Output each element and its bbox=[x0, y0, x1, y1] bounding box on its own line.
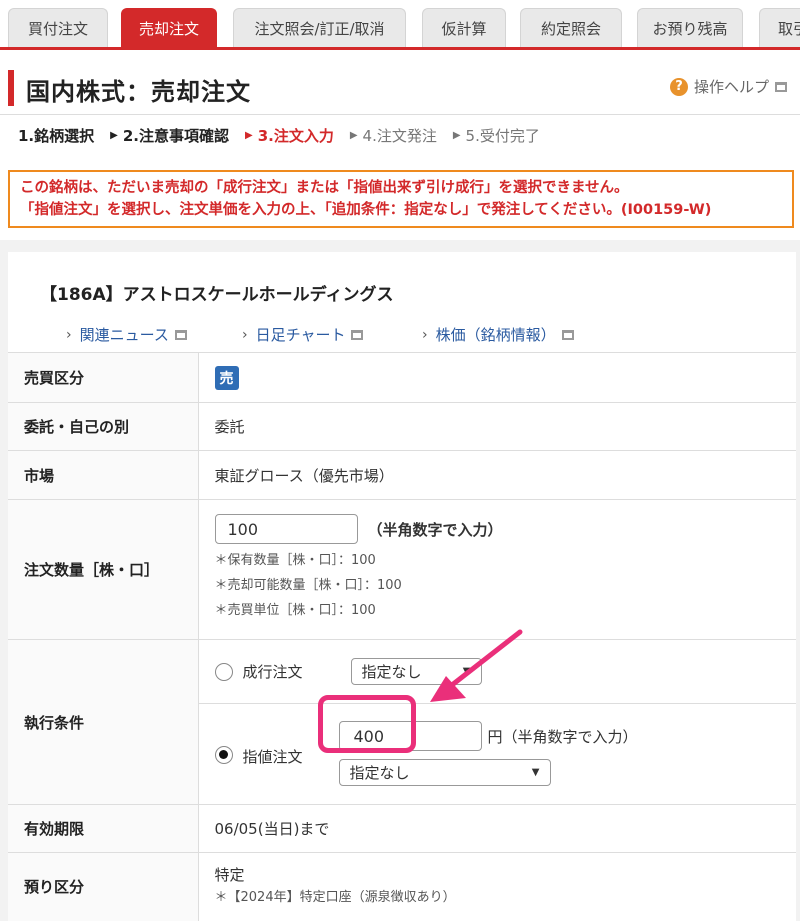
custody-note: ＊【2024年】特定口座（源泉徴収あり） bbox=[214, 889, 456, 905]
order-form-container: 【186A】アストロスケールホールディングス › 関連ニュース › 日足チャート… bbox=[8, 252, 796, 921]
side-label: 売買区分 bbox=[8, 352, 199, 403]
help-link[interactable]: ? 操作ヘルプ bbox=[670, 76, 788, 97]
market-order-radio[interactable] bbox=[214, 662, 233, 681]
dropdown-triangle-icon: ▼ bbox=[531, 767, 540, 778]
warning-line-1: この銘柄は、ただいま売却の「成行注文」または「指値出来ず引け成行」を選択できませ… bbox=[20, 180, 629, 196]
expiry-label: 有効期限 bbox=[8, 804, 199, 853]
order-steps: 1.銘柄選択 ▶ 2.注意事項確認 ▶ 3.注文入力 ▶ 4.注文発注 ▶ 5.受付完了 bbox=[18, 125, 556, 146]
annotation-highlight-box bbox=[318, 695, 416, 753]
new-window-icon bbox=[174, 329, 187, 340]
market-label: 市場 bbox=[8, 450, 199, 500]
triangle-right-icon: ▶ bbox=[110, 130, 118, 141]
tab-order-inquiry[interactable]: 注文照会/訂正/取消 bbox=[233, 8, 406, 47]
expiry-value: 06/05(当日)まで bbox=[198, 804, 796, 853]
triangle-right-icon: ▶ bbox=[452, 130, 461, 141]
tab-buy-order[interactable]: 買付注文 bbox=[8, 8, 108, 47]
custody-label: 預り区分 bbox=[8, 852, 199, 921]
order-panel: 【186A】アストロスケールホールディングス › 関連ニュース › 日足チャート… bbox=[0, 240, 800, 921]
row-quantity: 注文数量［株・口］ 100 （半角数字で入力） ＊保有数量［株・口］：100 ＊… bbox=[8, 499, 796, 640]
tab-execution-inquiry[interactable]: 約定照会 bbox=[520, 8, 622, 47]
limit-order-label: 指値注文 bbox=[242, 748, 303, 766]
quantity-input[interactable]: 100 bbox=[214, 514, 358, 544]
custody-value: 特定 bbox=[214, 865, 245, 884]
quantity-label: 注文数量［株・口］ bbox=[8, 499, 199, 640]
page-title: 国内株式：売却注文 bbox=[26, 78, 251, 106]
sellable-quantity-note: ＊売却可能数量［株・口］：100 bbox=[214, 578, 402, 593]
tab-holdings[interactable]: お預り残高 bbox=[637, 8, 743, 47]
limit-order-radio[interactable] bbox=[214, 746, 233, 764]
tab-sell-order[interactable]: 売却注文 bbox=[121, 8, 217, 47]
chevron-right-icon: › bbox=[242, 326, 248, 343]
chevron-right-icon: › bbox=[66, 326, 72, 343]
sell-badge: 売 bbox=[214, 365, 239, 390]
tab-simulation[interactable]: 仮計算 bbox=[422, 8, 506, 47]
warning-message: この銘柄は、ただいま売却の「成行注文」または「指値出来ず引け成行」を選択できませ… bbox=[8, 170, 794, 228]
step-3: ▶ 3.注文入力 bbox=[244, 127, 334, 145]
row-account-type: 委託・自己の別 委託 bbox=[8, 402, 796, 451]
row-expiry: 有効期限 06/05(当日)まで bbox=[8, 804, 796, 853]
row-side: 売買区分 売 bbox=[8, 352, 796, 403]
row-market: 市場 東証グロース（優先市場） bbox=[8, 450, 796, 500]
execution-condition-label: 執行条件 bbox=[8, 639, 199, 805]
tab-more[interactable]: 取引 bbox=[759, 8, 800, 47]
stock-price-link[interactable]: › 株価（銘柄情報） bbox=[422, 324, 574, 345]
trading-unit-note: ＊売買単位［株・口］：100 bbox=[214, 603, 376, 618]
dropdown-triangle-icon: ▼ bbox=[462, 666, 471, 677]
step-4: ▶ 4.注文発注 bbox=[349, 127, 437, 145]
account-type-value: 委託 bbox=[198, 402, 796, 451]
step-2: ▶ 2.注意事項確認 bbox=[110, 127, 229, 145]
account-type-label: 委託・自己の別 bbox=[8, 402, 199, 451]
title-accent-bar bbox=[8, 70, 14, 106]
held-quantity-note: ＊保有数量［株・口］：100 bbox=[214, 553, 376, 568]
new-window-icon bbox=[775, 81, 788, 92]
chevron-right-icon: › bbox=[422, 326, 428, 343]
question-icon: ? bbox=[670, 77, 688, 96]
market-order-condition-select[interactable]: 指定なし ▼ bbox=[350, 658, 482, 685]
divider bbox=[0, 114, 800, 115]
order-tabs: 買付注文 売却注文 注文照会/訂正/取消 仮計算 約定照会 お預り残高 取引 bbox=[0, 0, 800, 50]
market-order-label: 成行注文 bbox=[242, 663, 303, 681]
limit-price-unit-hint: 円（半角数字で入力） bbox=[487, 728, 638, 746]
new-window-icon bbox=[561, 329, 574, 340]
new-window-icon bbox=[351, 329, 364, 340]
row-custody: 預り区分 特定 ＊【2024年】特定口座（源泉徴収あり） bbox=[8, 852, 796, 921]
step-5: ▶ 5.受付完了 bbox=[452, 127, 540, 145]
daily-chart-link[interactable]: › 日足チャート bbox=[242, 324, 364, 345]
stock-name: 【186A】アストロスケールホールディングス bbox=[40, 285, 394, 305]
help-label: 操作ヘルプ bbox=[694, 78, 770, 96]
step-1: 1.銘柄選択 bbox=[18, 127, 95, 145]
warning-line-2: 「指値注文」を選択し、注文単価を入力の上、「追加条件：指定なし」で発注してくださ… bbox=[20, 202, 712, 218]
triangle-right-icon: ▶ bbox=[349, 130, 358, 141]
market-value: 東証グロース（優先市場） bbox=[198, 450, 796, 500]
quantity-hint: （半角数字で入力） bbox=[367, 520, 503, 539]
limit-order-condition-select[interactable]: 指定なし ▼ bbox=[338, 759, 551, 786]
order-form-table: 売買区分 売 委託・自己の別 委託 市場 東証グロース（優先市場） 注文数量［株… bbox=[8, 352, 796, 921]
triangle-right-icon: ▶ bbox=[244, 130, 253, 141]
related-news-link[interactable]: › 関連ニュース bbox=[66, 324, 187, 345]
